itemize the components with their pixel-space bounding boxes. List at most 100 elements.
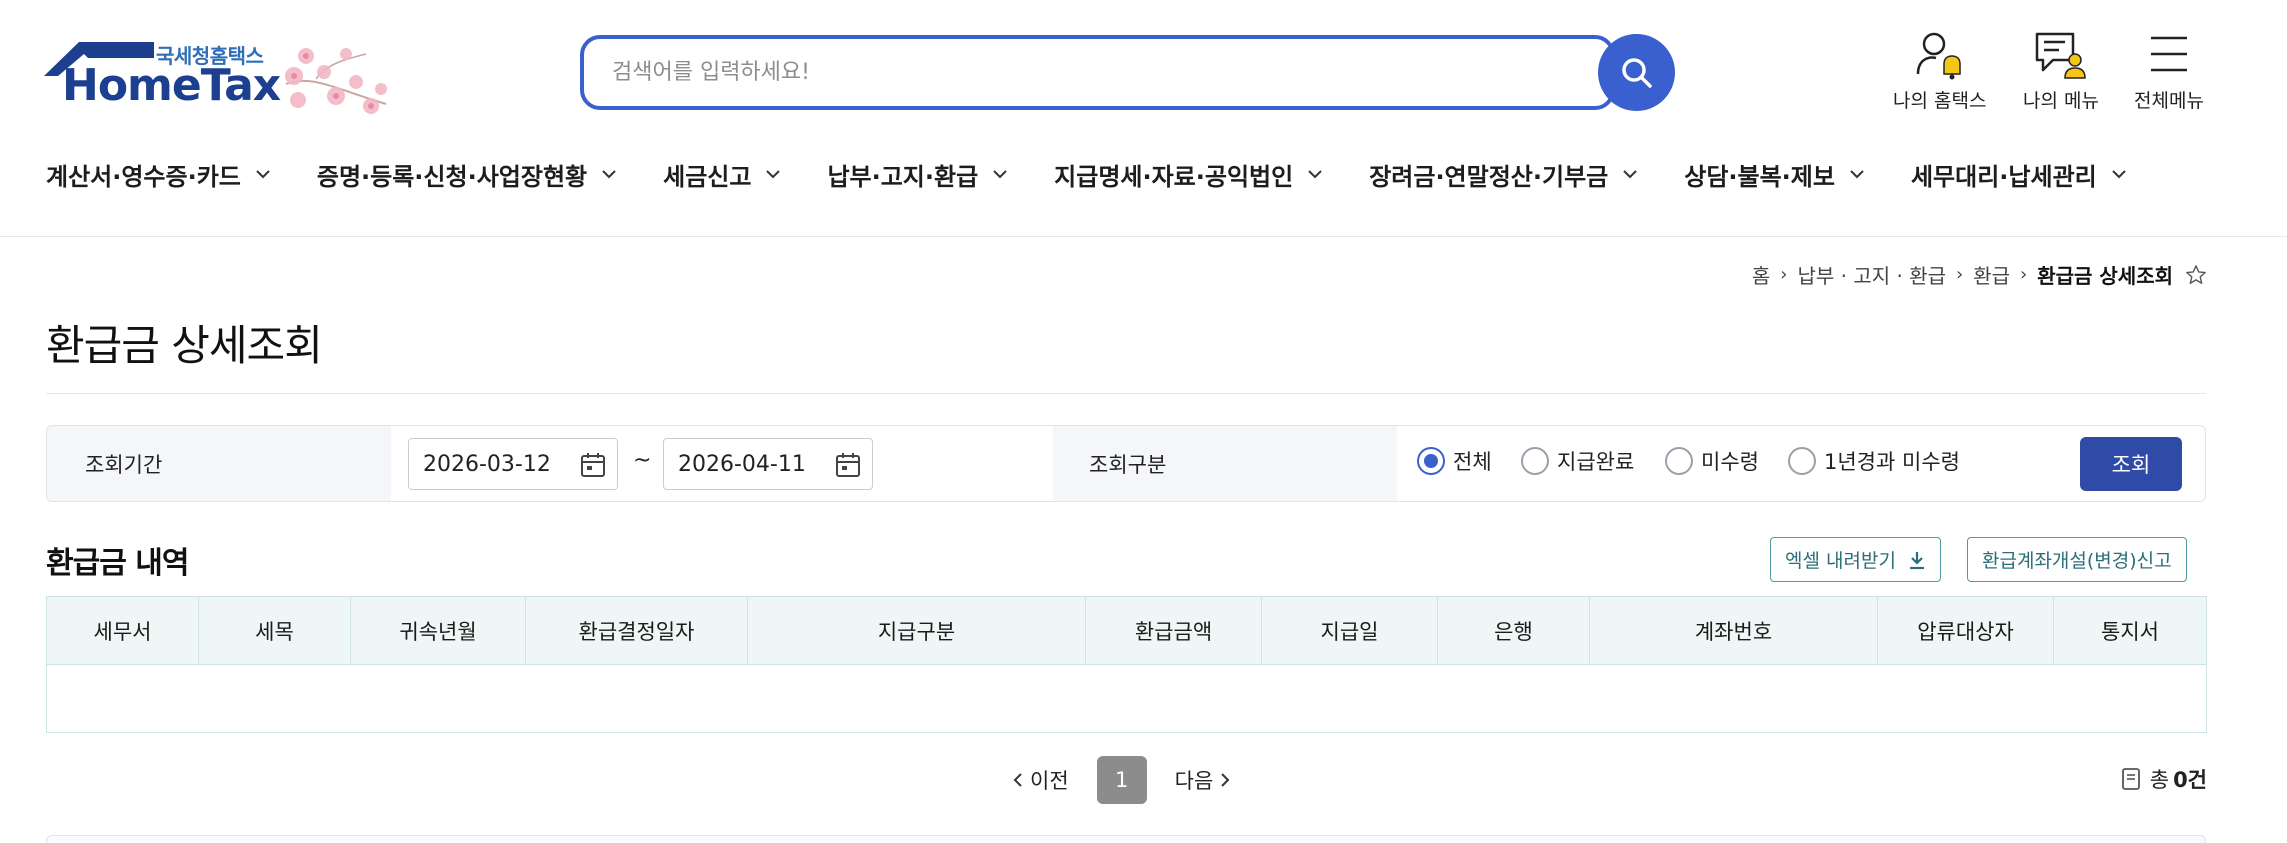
end-date-field[interactable]: 2026-04-11 xyxy=(663,438,873,490)
chevron-down-icon xyxy=(602,170,616,179)
column-header: 계좌번호 xyxy=(1589,596,1878,665)
bottom-notice-box xyxy=(46,835,2206,843)
page-title: 환급금 상세조회 xyxy=(46,321,323,370)
radio-label: 지급완료 xyxy=(1557,450,1635,474)
logo-title: HomeTax xyxy=(62,60,281,111)
my-menu-button[interactable]: 나의 메뉴 xyxy=(2023,30,2099,113)
column-header: 세무서 xyxy=(46,596,199,665)
nav-label: 증명·등록·신청·사업장현황 xyxy=(316,162,588,191)
nav-item-payment[interactable]: 납부·고지·환급 xyxy=(827,152,1008,196)
main-navigation: 계산서·영수증·카드 증명·등록·신청·사업장현황 세금신고 납부·고지·환급 … xyxy=(46,152,2127,196)
all-menu-button[interactable]: 전체메뉴 xyxy=(2134,30,2204,113)
radio-all[interactable]: 전체 xyxy=(1417,446,1492,476)
prev-page-button[interactable]: 이전 xyxy=(1012,765,1069,795)
radio-unchecked-icon xyxy=(1665,447,1693,475)
nav-label: 세금신고 xyxy=(663,162,752,191)
nav-label: 계산서·영수증·카드 xyxy=(46,162,241,191)
empty-table-row xyxy=(46,664,2207,733)
next-page-button[interactable]: 다음 xyxy=(1175,765,1232,795)
search-box xyxy=(580,35,1615,110)
chevron-down-icon xyxy=(2112,170,2126,179)
pagination: 이전 1 다음 xyxy=(1012,756,1231,804)
all-menu-label: 전체메뉴 xyxy=(2134,90,2204,112)
download-icon xyxy=(1909,551,1924,569)
search-filter-panel: 조회기간 2026-03-12 ~ 2026-04-11 조회구분 전체 지급완… xyxy=(46,425,2206,502)
radio-paid[interactable]: 지급완료 xyxy=(1521,446,1634,476)
column-header: 통지서 xyxy=(2053,596,2207,665)
chevron-down-icon xyxy=(256,170,270,179)
chevron-down-icon xyxy=(766,170,781,179)
calendar-icon[interactable] xyxy=(579,451,607,479)
chevron-down-icon xyxy=(1308,170,1322,179)
document-list-icon xyxy=(2121,768,2140,790)
cherry-blossom-icon xyxy=(285,48,387,114)
radio-label: 1년경과 미수령 xyxy=(1824,450,1960,474)
hamburger-menu-icon xyxy=(2150,36,2187,72)
breadcrumb-refund[interactable]: 환급 xyxy=(1973,260,2010,289)
breadcrumb-separator-icon: › xyxy=(2020,264,2028,285)
breadcrumb-home[interactable]: 홈 xyxy=(1752,260,1770,289)
total-value: 0건 xyxy=(2173,768,2207,792)
nav-item-incentives[interactable]: 장려금·연말정산·기부금 xyxy=(1369,152,1638,196)
nav-label: 지급명세·자료·공익법인 xyxy=(1054,162,1294,191)
site-header: 국세청홈택스 HomeTax 나의 xyxy=(0,0,2287,237)
my-hometax-button[interactable]: 나의 홈택스 xyxy=(1893,30,1986,113)
column-header: 귀속년월 xyxy=(350,596,526,665)
radio-unchecked-icon xyxy=(1521,447,1549,475)
radio-unreceived[interactable]: 미수령 xyxy=(1665,446,1759,476)
radio-checked-icon xyxy=(1417,447,1445,475)
nav-label: 납부·고지·환급 xyxy=(827,162,979,191)
chevron-right-icon xyxy=(1221,773,1230,787)
column-header: 압류대상자 xyxy=(1877,596,2054,665)
person-bell-icon xyxy=(1916,32,1961,80)
table-header-row: 세무서 세목 귀속년월 환급결정일자 지급구분 환급금액 지급일 은행 계좌번호… xyxy=(46,596,2207,665)
radio-year-unreceived[interactable]: 1년경과 미수령 xyxy=(1788,446,1960,476)
next-label: 다음 xyxy=(1174,769,1214,793)
period-label-text: 조회기간 xyxy=(85,452,163,477)
chevron-down-icon xyxy=(993,170,1007,179)
nav-item-agency[interactable]: 세무대리·납세관리 xyxy=(1911,152,2127,196)
section-title: 환급금 내역 xyxy=(46,546,189,581)
radio-label: 전체 xyxy=(1453,450,1492,474)
nav-label: 상담·불복·제보 xyxy=(1684,162,1835,191)
search-button[interactable] xyxy=(1598,34,1675,111)
breadcrumb-current: 환급금 상세조회 xyxy=(2037,264,2173,288)
column-header: 은행 xyxy=(1437,596,1590,665)
radio-unchecked-icon xyxy=(1788,447,1816,475)
nav-item-certificates[interactable]: 증명·등록·신청·사업장현황 xyxy=(317,152,617,196)
chevron-down-icon xyxy=(1850,170,1864,179)
refund-account-button[interactable]: 환급계좌개설(변경)신고 xyxy=(1967,537,2187,582)
excel-download-button[interactable]: 엑셀 내려받기 xyxy=(1770,537,1941,582)
nav-label: 장려금·연말정산·기부금 xyxy=(1369,162,1609,191)
date-range-tilde: ~ xyxy=(633,448,652,473)
start-date-value: 2026-03-12 xyxy=(423,451,551,477)
start-date-field[interactable]: 2026-03-12 xyxy=(408,438,618,490)
chevron-left-icon xyxy=(1013,773,1022,787)
nav-item-tax-filing[interactable]: 세금신고 xyxy=(663,152,781,196)
nav-item-statements[interactable]: 지급명세·자료·공익법인 xyxy=(1054,152,1323,196)
breadcrumb-separator-icon: › xyxy=(1780,264,1788,285)
breadcrumb-payment[interactable]: 납부 · 고지 · 환급 xyxy=(1797,260,1946,289)
calendar-icon[interactable] xyxy=(834,451,862,479)
column-header: 환급결정일자 xyxy=(525,596,748,665)
total-count: 총 0건 xyxy=(2120,764,2207,794)
column-header: 지급구분 xyxy=(747,596,1086,665)
title-divider xyxy=(46,393,2206,394)
column-header: 지급일 xyxy=(1261,596,1438,665)
nav-item-receipts[interactable]: 계산서·영수증·카드 xyxy=(46,152,271,196)
search-input[interactable] xyxy=(612,39,1572,106)
nav-item-consultation[interactable]: 상담·불복·제보 xyxy=(1684,152,1865,196)
prev-label: 이전 xyxy=(1030,769,1069,793)
nav-label: 세무대리·납세관리 xyxy=(1910,162,2097,191)
breadcrumb: 홈 › 납부 · 고지 · 환급 › 환급 › 환급금 상세조회 xyxy=(1752,260,2207,289)
empty-cell xyxy=(46,664,2207,733)
my-menu-label: 나의 메뉴 xyxy=(2023,90,2099,112)
hometax-logo[interactable]: 국세청홈택스 HomeTax xyxy=(44,30,404,120)
my-hometax-label: 나의 홈택스 xyxy=(1893,90,1987,112)
query-button[interactable]: 조회 xyxy=(2080,437,2182,491)
column-header: 세목 xyxy=(198,596,351,665)
star-favorite-icon[interactable] xyxy=(2185,264,2207,286)
page-number-button[interactable]: 1 xyxy=(1096,756,1147,804)
breadcrumb-separator-icon: › xyxy=(1956,264,1964,285)
document-person-icon xyxy=(2035,32,2086,79)
